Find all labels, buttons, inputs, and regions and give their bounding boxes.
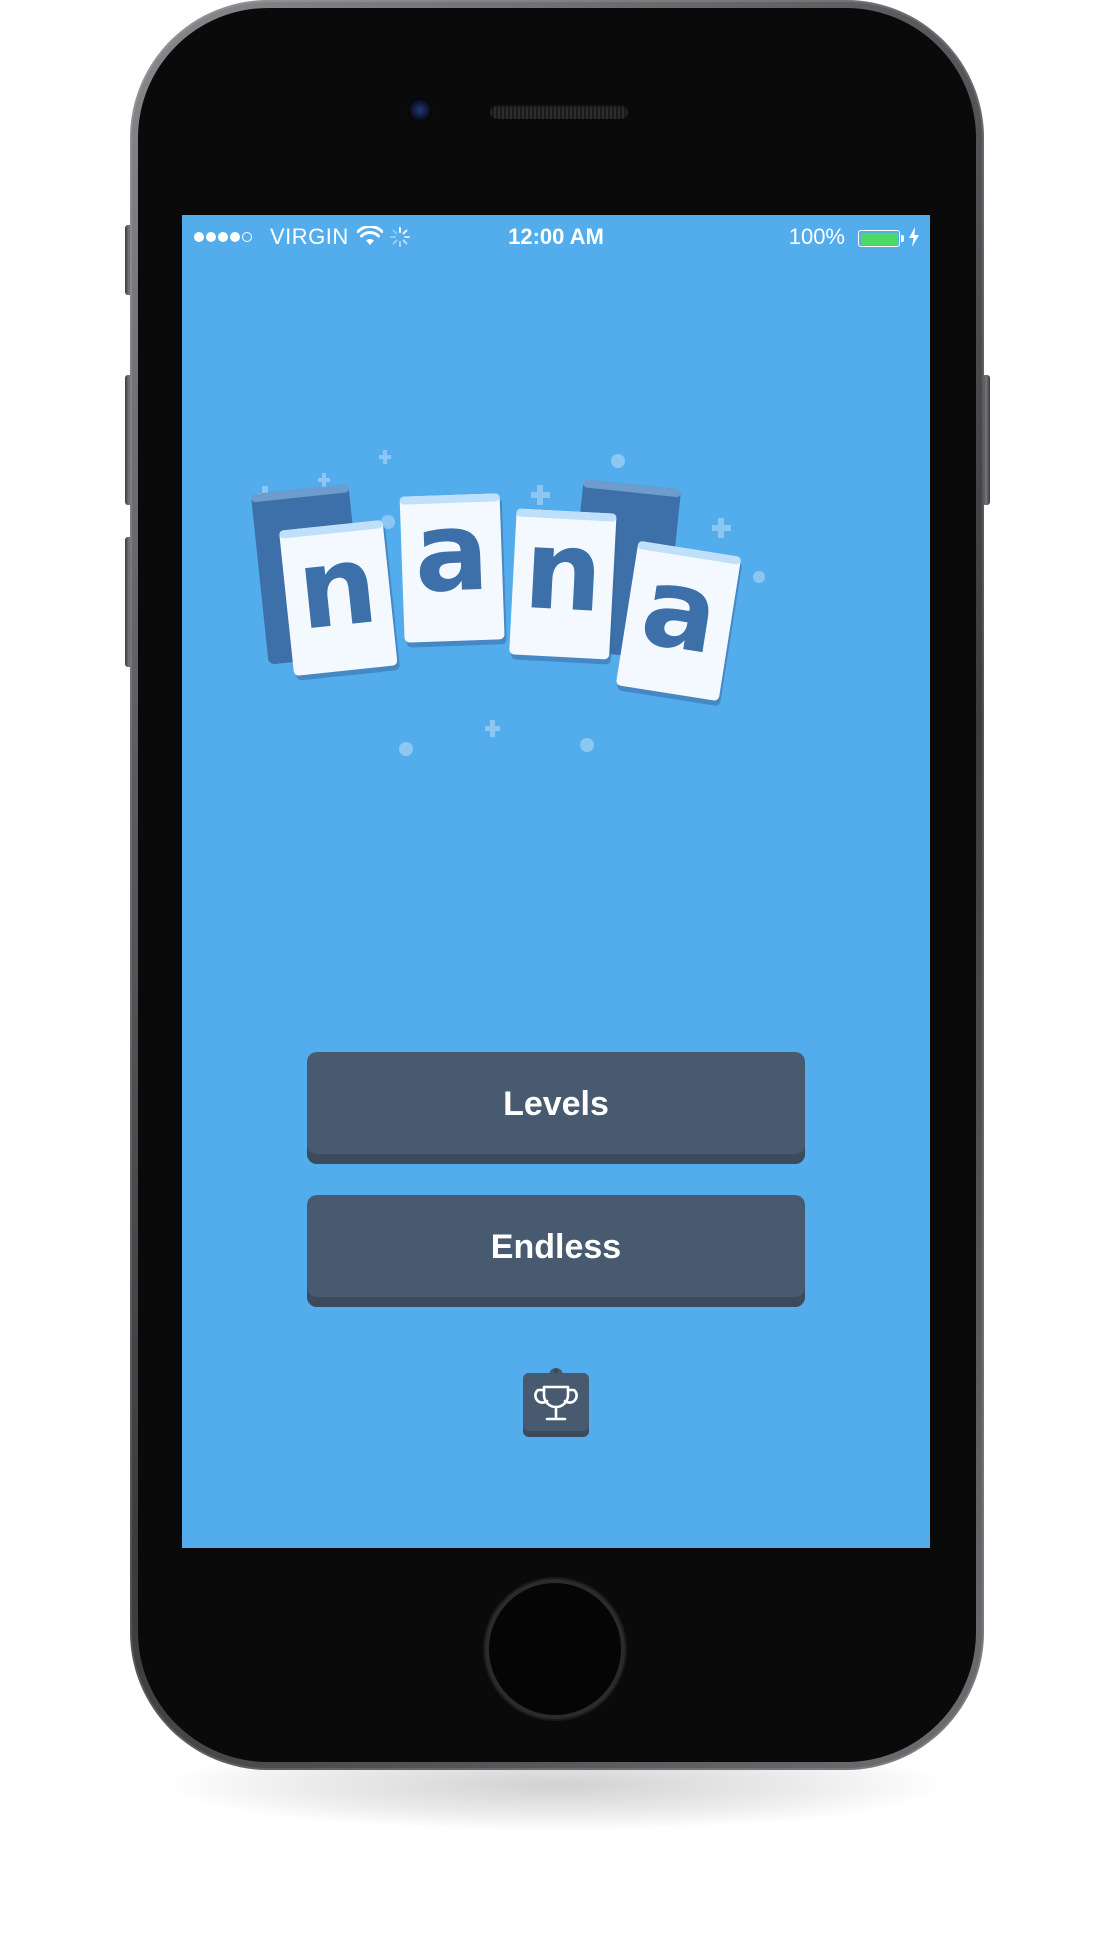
letter-card-1: n xyxy=(279,519,400,681)
home-button[interactable] xyxy=(489,1583,621,1715)
battery-terminal xyxy=(901,235,904,242)
nana-logo: n a n a xyxy=(251,450,765,756)
battery-percentage: 100% xyxy=(788,224,845,249)
logo-letter-1: n xyxy=(292,519,383,654)
leaderboard-button[interactable] xyxy=(523,1367,589,1437)
letter-card-2: a xyxy=(399,487,507,648)
earpiece-speaker xyxy=(490,105,628,119)
endless-button[interactable]: Endless xyxy=(307,1195,805,1307)
lightning-icon xyxy=(909,227,919,247)
app-screen: VIRGIN 12:00 AM 100% n a n a Levels Endl… xyxy=(182,215,930,1548)
logo-letter-2: a xyxy=(412,487,491,618)
front-camera xyxy=(406,96,434,124)
logo-letter-3: n xyxy=(521,505,606,637)
status-bar: VIRGIN 12:00 AM 100% xyxy=(182,215,930,261)
levels-button[interactable]: Levels xyxy=(307,1052,805,1164)
battery-icon xyxy=(858,230,900,247)
letter-card-3: n xyxy=(509,505,619,665)
battery-level-fill xyxy=(860,232,898,245)
device-mockup: VIRGIN 12:00 AM 100% n a n a Levels Endl… xyxy=(0,0,1106,1941)
